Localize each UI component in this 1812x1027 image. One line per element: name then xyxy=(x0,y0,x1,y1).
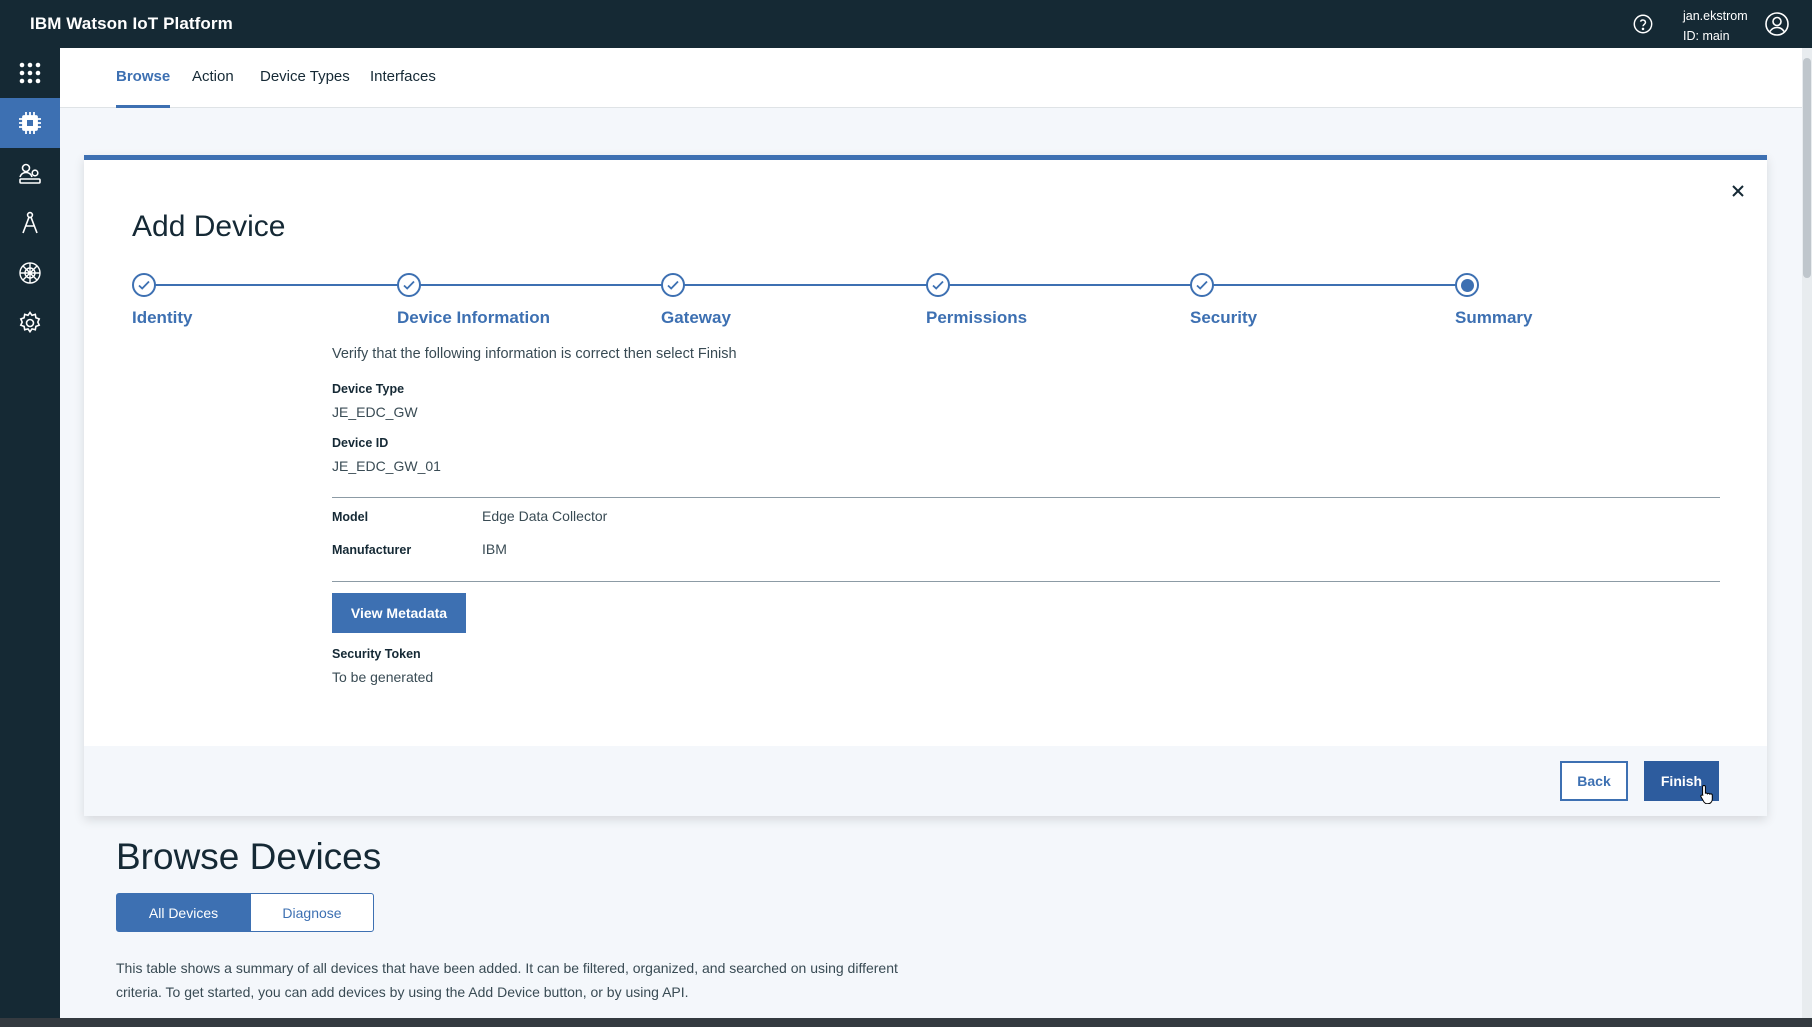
devices-chip-icon xyxy=(19,112,41,134)
rail-item-settings[interactable] xyxy=(0,298,60,348)
settings-gear-icon xyxy=(19,311,41,334)
sub-navigation: Browse Action Device Types Interfaces xyxy=(60,48,1802,108)
step-complete-icon xyxy=(397,273,421,297)
modal-title: Add Device xyxy=(132,210,286,243)
divider xyxy=(332,581,1720,582)
tab-interfaces[interactable]: Interfaces xyxy=(370,48,436,108)
view-metadata-button[interactable]: View Metadata xyxy=(332,593,466,633)
security-token-value: To be generated xyxy=(332,669,434,685)
security-token-label: Security Token xyxy=(332,647,421,661)
rail-item-rules[interactable] xyxy=(0,248,60,298)
progress-line xyxy=(144,284,1474,286)
divider xyxy=(332,497,1720,498)
app-grid-icon xyxy=(19,62,41,84)
step-label: Identity xyxy=(132,308,193,327)
top-header: IBM Watson IoT Platform jan.ekstrom ID: … xyxy=(0,0,1812,48)
back-button[interactable]: Back xyxy=(1560,761,1628,801)
members-icon xyxy=(19,163,41,184)
bottom-strip xyxy=(0,1018,1812,1027)
step-complete-icon xyxy=(926,273,950,297)
step-label: Permissions xyxy=(926,308,1028,327)
user-avatar-icon[interactable] xyxy=(1764,11,1790,37)
scrollbar-thumb[interactable] xyxy=(1803,58,1811,278)
model-value: Edge Data Collector xyxy=(482,508,608,524)
app-title[interactable]: IBM Watson IoT Platform xyxy=(30,14,233,34)
model-label: Model xyxy=(332,510,369,524)
apps-compass-icon xyxy=(22,211,38,234)
rules-network-icon xyxy=(19,262,41,284)
device-id-label: Device ID xyxy=(332,436,389,450)
rail-item-members[interactable] xyxy=(0,148,60,198)
step-label: Security xyxy=(1190,308,1258,327)
add-device-modal: Add Device Identity Device Information G… xyxy=(84,155,1767,816)
tab-action[interactable]: Action xyxy=(192,48,234,108)
page-description: This table shows a summary of all device… xyxy=(116,960,898,1000)
device-type-label: Device Type xyxy=(332,382,405,396)
diagnose-toggle[interactable]: Diagnose xyxy=(250,893,374,932)
tab-device-types[interactable]: Device Types xyxy=(260,48,350,108)
help-icon[interactable] xyxy=(1632,13,1654,35)
manufacturer-label: Manufacturer xyxy=(332,543,412,557)
user-info[interactable]: jan.ekstrom ID: main xyxy=(1683,6,1748,46)
step-complete-icon xyxy=(1190,273,1214,297)
step-label: Device Information xyxy=(397,308,551,327)
user-name: jan.ekstrom xyxy=(1683,9,1748,23)
step-complete-icon xyxy=(132,273,156,297)
mouse-cursor-icon xyxy=(1700,784,1713,804)
device-type-value: JE_EDC_GW xyxy=(332,404,418,420)
manufacturer-value: IBM xyxy=(482,541,507,557)
device-id-value: JE_EDC_GW_01 xyxy=(332,458,441,474)
rail-item-apps[interactable] xyxy=(0,48,60,98)
all-devices-toggle[interactable]: All Devices xyxy=(116,893,251,932)
step-current-icon xyxy=(1455,273,1479,297)
rail-item-devices[interactable] xyxy=(0,98,60,148)
user-id: ID: main xyxy=(1683,29,1730,43)
modal-footer: Back Finish xyxy=(84,746,1767,816)
rail-item-apps-dev[interactable] xyxy=(0,198,60,248)
step-label: Summary xyxy=(1455,308,1533,327)
step-complete-icon xyxy=(661,273,685,297)
tab-browse[interactable]: Browse xyxy=(116,48,171,108)
verify-instructions: Verify that the following information is… xyxy=(332,346,737,362)
side-rail xyxy=(0,48,60,1020)
page-title: Browse Devices xyxy=(116,836,382,877)
step-label: Gateway xyxy=(661,308,731,327)
close-icon[interactable] xyxy=(1729,182,1747,200)
